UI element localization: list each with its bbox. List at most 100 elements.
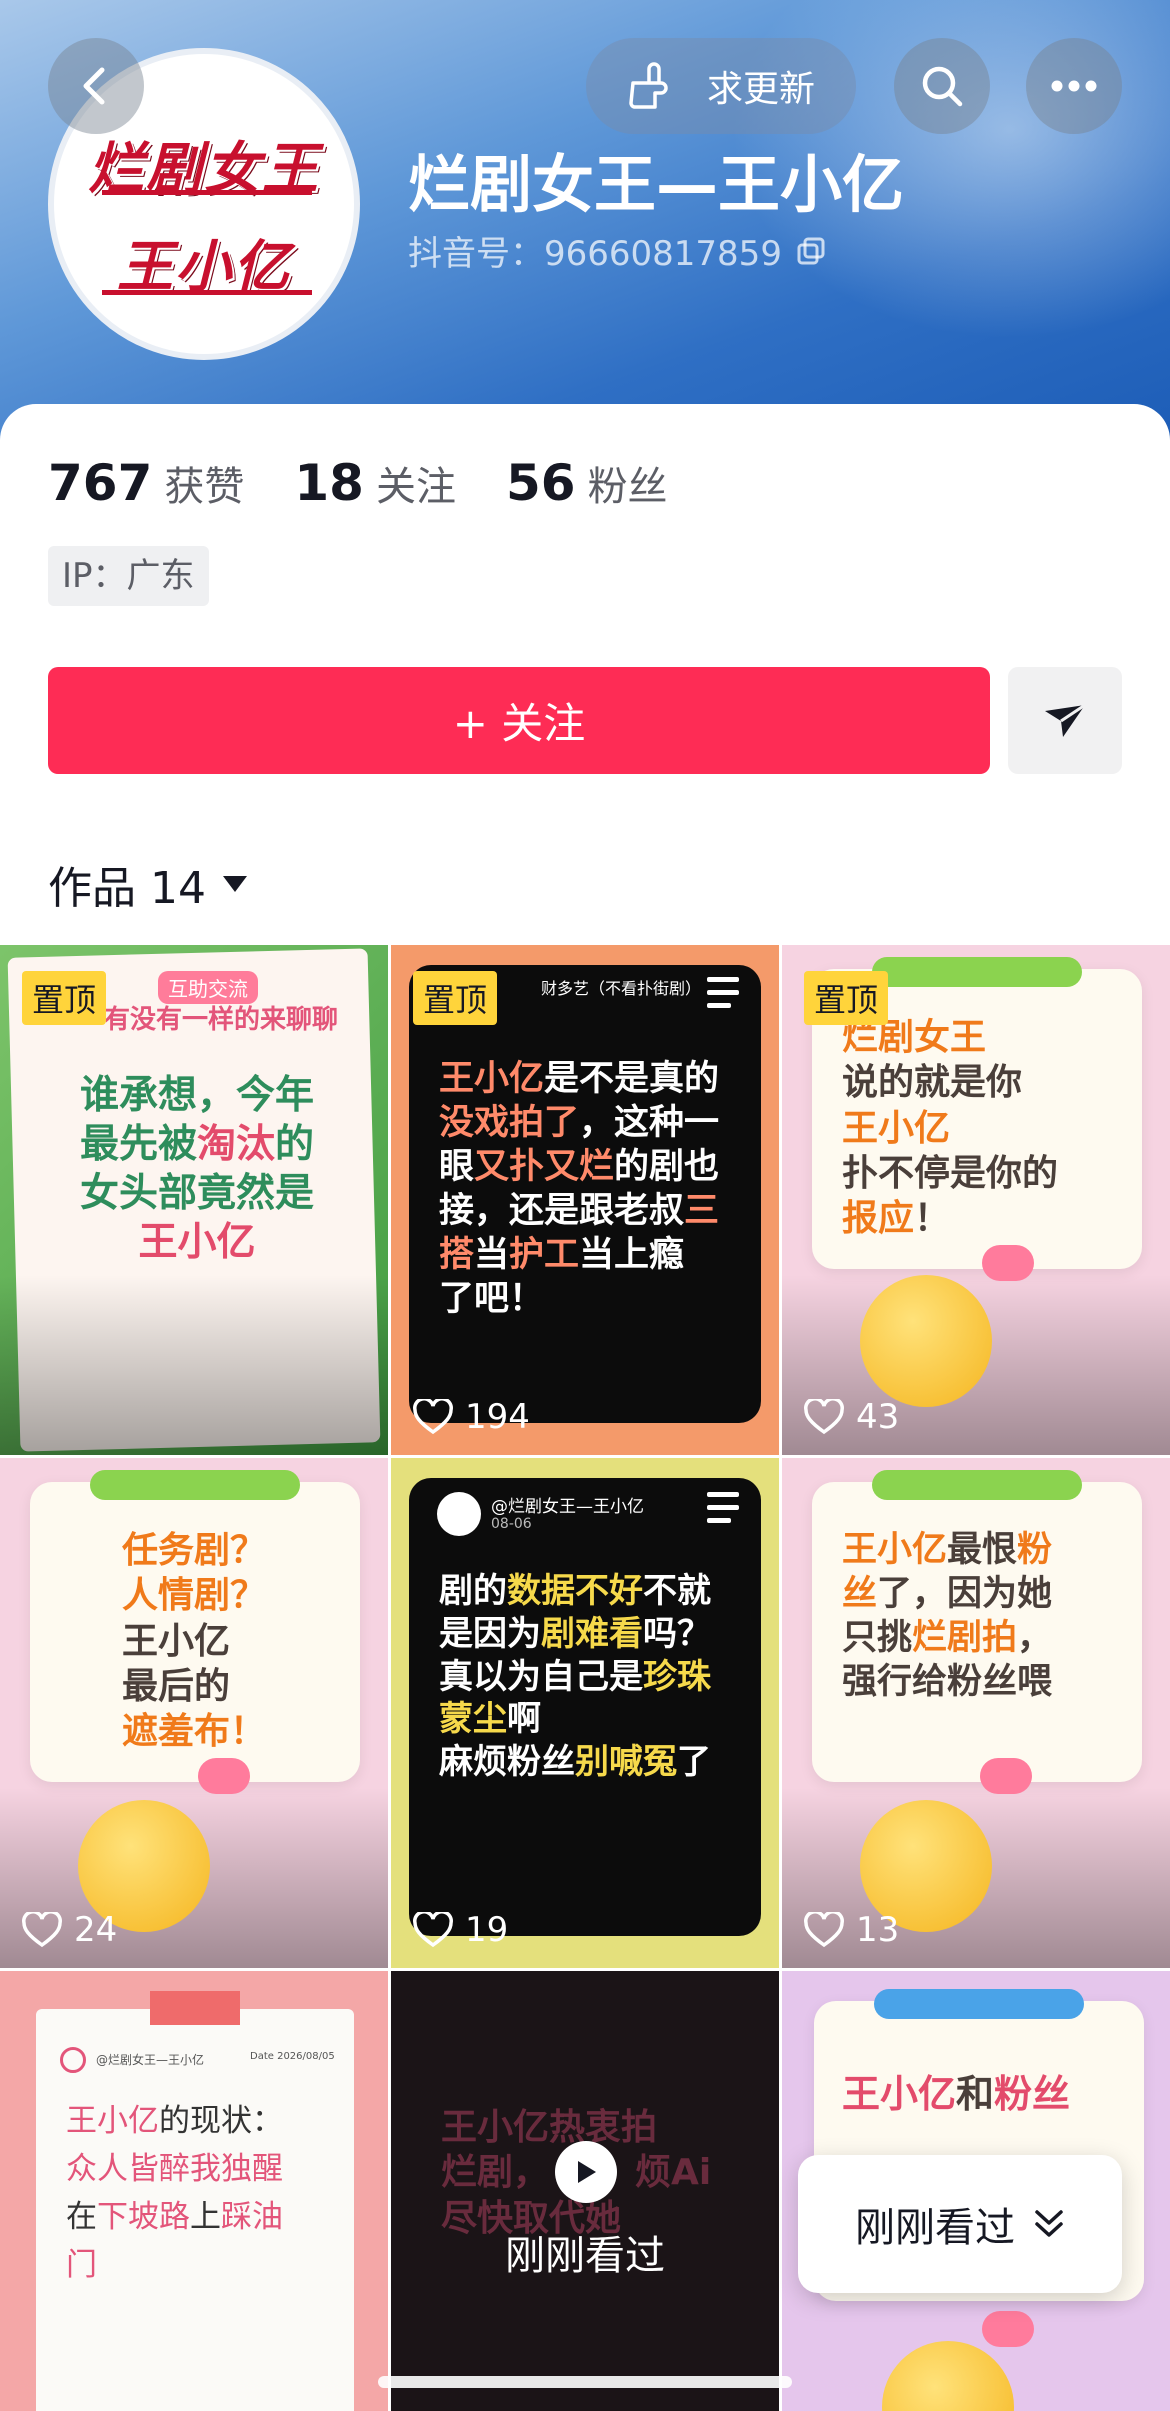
- thumb-span: 眼: [439, 1147, 475, 1188]
- copy-icon[interactable]: [796, 236, 826, 266]
- thumb-span: 接，还是跟老叔: [439, 1191, 685, 1232]
- stat-followers[interactable]: 56 粉丝: [506, 454, 668, 512]
- thumb-span: 当: [474, 1235, 510, 1276]
- heart-icon: [804, 1912, 844, 1948]
- chat-bubble-icon: [980, 1758, 1032, 1794]
- stat-following-label: 关注: [375, 464, 456, 510]
- thumb-span: 别喊冤: [575, 1742, 677, 1783]
- thumb-span: 遮羞布！: [122, 1711, 267, 1753]
- thumb-span: 和: [956, 2072, 995, 2116]
- watched-label: 刚刚看过: [505, 2233, 665, 2279]
- search-button[interactable]: [894, 38, 990, 134]
- video-thumbnail[interactable]: @烂剧女王—王小亿 08-06 剧的数据不好不就 是因为剧难看吗？ 真以为自己是…: [391, 1458, 779, 1968]
- thumb-span: 真以为自己是: [439, 1656, 643, 1697]
- avatar-underline-1: [102, 190, 312, 195]
- follow-label: + 关注: [452, 699, 586, 748]
- thumb-heading: @烂剧女王—王小亿: [491, 1497, 644, 1517]
- video-thumbnail[interactable]: 置顶 财多艺（不看扑街剧） 王小亿是不是真的 没戏拍了，这种一 眼又扑又烂的剧也…: [391, 945, 779, 1455]
- thumb-span: ，: [1017, 1618, 1053, 1659]
- thumb-span: 数据不好: [507, 1571, 643, 1611]
- paper-plane-icon: [1045, 703, 1086, 737]
- video-thumbnail[interactable]: @烂剧女王—王小亿 Date 2026/08/05 王小亿的现状： 众人皆醉我独…: [0, 1971, 388, 2411]
- thumb-span: 珍珠: [643, 1656, 711, 1697]
- thumb-span: 烂剧拍: [912, 1618, 1018, 1659]
- menu-lines-icon: [707, 1492, 739, 1523]
- like-count: 43: [804, 1397, 899, 1437]
- thumb-span: 王小亿: [122, 1620, 231, 1662]
- thumb-span: ！: [914, 1198, 951, 1240]
- thumb-span: 三: [684, 1191, 720, 1232]
- recently-watched-label: 刚刚看过: [855, 2205, 1015, 2251]
- thumb-span: 说的就是你: [842, 1062, 1023, 1104]
- thumb-span: 王小亿: [439, 1059, 545, 1099]
- thumb-line: 女头部竟然是: [79, 1171, 314, 1217]
- like-count: 13: [804, 1910, 899, 1950]
- recently-watched-button[interactable]: 刚刚看过: [798, 2155, 1122, 2293]
- play-button[interactable]: [555, 2141, 617, 2203]
- thumb-heading: 有没有一样的来聊聊: [104, 1005, 339, 1035]
- thumb-caption: 王小亿是不是真的 没戏拍了，这种一 眼又扑又烂的剧也 接，还是跟老叔三 搭当护工…: [439, 1057, 739, 1322]
- thumb-span: 剧难看: [541, 1613, 643, 1654]
- stat-likes[interactable]: 767 获赞: [48, 454, 244, 512]
- send-message-button[interactable]: [1008, 667, 1122, 774]
- thumb-span: 吗？: [643, 1613, 711, 1654]
- thumb-span: 剧的: [439, 1571, 507, 1611]
- pinned-badge: 置顶: [413, 971, 498, 1025]
- request-update-label: 求更新: [706, 69, 815, 110]
- works-tab-label: 作品 14: [48, 863, 206, 914]
- like-count-value: 43: [856, 1397, 900, 1437]
- video-thumbnail[interactable]: 任务剧？ 人情剧？ 王小亿 最后的 遮羞布！ 24: [0, 1458, 388, 1968]
- thumb-caption: 王小亿最恨粉 丝了，因为她 只挑烂剧拍， 强行给粉丝喂: [842, 1528, 1142, 1704]
- heart-icon: [22, 1912, 62, 1948]
- like-count-value: 19: [465, 1910, 509, 1950]
- thumb-span: 在: [66, 2199, 97, 2236]
- thumb-span: 了，因为她: [877, 1574, 1053, 1615]
- pinned-badge: 置顶: [22, 971, 107, 1025]
- video-thumbnail[interactable]: 王小亿热衷拍 烂剧， 烦Ai 尽快取代她 刚刚看过: [391, 1971, 779, 2411]
- follow-button[interactable]: + 关注: [48, 667, 990, 774]
- chat-bubble-icon: [198, 1758, 250, 1794]
- stat-following[interactable]: 18 关注: [294, 454, 456, 512]
- thumb-span: 护工: [509, 1235, 580, 1276]
- video-thumbnail[interactable]: 王小亿最恨粉 丝了，因为她 只挑烂剧拍， 强行给粉丝喂 13: [782, 1458, 1170, 1968]
- double-chevron-down-icon: [1035, 2210, 1063, 2237]
- request-update-button[interactable]: 求更新: [586, 38, 856, 134]
- thumb-span: 是不是真的: [544, 1059, 720, 1099]
- thumb-note-bar: [872, 957, 1082, 987]
- thumb-span: 门: [66, 2247, 97, 2284]
- works-tab[interactable]: 作品 14: [48, 852, 248, 916]
- like-count: 19: [413, 1910, 508, 1950]
- thumb-heading: 财多艺（不看扑街剧）: [541, 979, 702, 998]
- thumb-shade: [0, 1275, 388, 1455]
- stat-likes-label: 获赞: [164, 464, 245, 510]
- thumb-date: 08-06: [491, 1516, 532, 1532]
- back-button[interactable]: [48, 38, 144, 134]
- thumb-span: 丝: [842, 1574, 878, 1615]
- douyin-id-row[interactable]: 抖音号：96660817859: [408, 226, 826, 275]
- thumb-span: ，这种一: [579, 1103, 720, 1144]
- thumb-note-bar: [874, 1989, 1084, 2019]
- thumb-span: 粉丝: [994, 2072, 1071, 2116]
- thumb-span: 扑不停是你的: [842, 1153, 1059, 1195]
- more-button[interactable]: [1026, 38, 1122, 134]
- stat-following-value: 18: [294, 454, 364, 512]
- stat-followers-label: 粉丝: [587, 464, 668, 510]
- video-thumbnail[interactable]: 置顶 烂剧女王 说的就是你 王小亿 扑不停是你的 报应！ 43: [782, 945, 1170, 1455]
- thumb-span: 淘汰: [196, 1122, 275, 1168]
- thumb-span: 众人皆醉我独醒: [66, 2151, 283, 2188]
- video-thumbnail[interactable]: 置顶 互助交流 有没有一样的来聊聊 谁承想，今年 最先被淘汰的 女头部竟然是 王…: [0, 945, 388, 1455]
- thumb-avatar: [437, 1492, 481, 1536]
- thumb-span: 下坡路: [97, 2199, 190, 2236]
- heart-icon: [804, 1399, 844, 1435]
- ip-location-badge: IP：广东: [48, 546, 209, 606]
- thumb-span: 粉: [1017, 1530, 1053, 1570]
- thumb-note-bar: [872, 1470, 1082, 1500]
- thumb-heading: @烂剧女王—王小亿: [96, 2053, 205, 2067]
- thumb-span: 啊: [507, 1699, 541, 1740]
- thumb-span: 麻烦粉丝: [439, 1742, 575, 1783]
- home-indicator[interactable]: [378, 2376, 792, 2388]
- thumb-span: 又扑又烂: [474, 1147, 615, 1188]
- thumb-caption: 王小亿的现状： 众人皆醉我独醒 在下坡路上踩油 门: [66, 2097, 356, 2289]
- thumb-span: 王小亿: [842, 1530, 948, 1570]
- pinned-badge: 置顶: [804, 971, 889, 1025]
